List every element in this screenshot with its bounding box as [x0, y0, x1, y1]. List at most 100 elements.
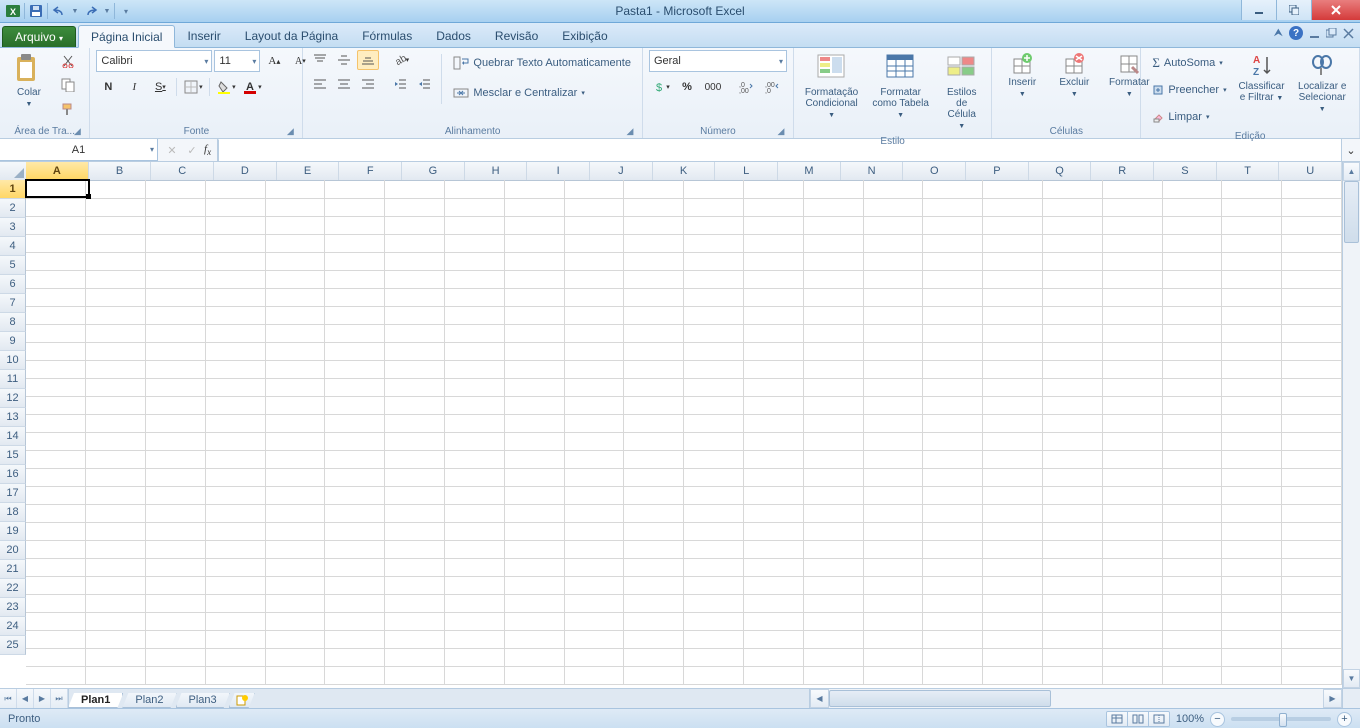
cell[interactable] [385, 468, 445, 486]
cell[interactable] [564, 522, 624, 540]
cell[interactable] [1043, 666, 1103, 684]
cell[interactable] [1222, 576, 1282, 594]
cell[interactable] [564, 234, 624, 252]
cell[interactable] [744, 432, 804, 450]
row-header[interactable]: 25 [0, 636, 26, 655]
row-header[interactable]: 14 [0, 427, 26, 446]
cell[interactable] [564, 540, 624, 558]
number-format-combo[interactable]: Geral [649, 50, 787, 72]
cell[interactable] [86, 630, 146, 648]
cell[interactable] [1282, 198, 1342, 216]
sort-filter-button[interactable]: AZClassificare Filtrar ▼ [1236, 50, 1288, 107]
cell[interactable] [1043, 576, 1103, 594]
cell[interactable] [624, 378, 684, 396]
cell[interactable] [26, 270, 86, 288]
cell[interactable] [803, 450, 863, 468]
cell[interactable] [923, 270, 983, 288]
cell[interactable] [1043, 540, 1103, 558]
cell[interactable] [803, 306, 863, 324]
cell[interactable] [146, 468, 206, 486]
cell[interactable] [983, 252, 1043, 270]
cell[interactable] [26, 630, 86, 648]
cell[interactable] [504, 648, 564, 666]
cell[interactable] [265, 612, 325, 630]
cell[interactable] [1222, 450, 1282, 468]
cell[interactable] [325, 414, 385, 432]
cell[interactable] [146, 594, 206, 612]
alignment-launcher-icon[interactable]: ◢ [624, 125, 636, 137]
cell[interactable] [983, 216, 1043, 234]
cell[interactable] [744, 504, 804, 522]
cell[interactable] [1043, 630, 1103, 648]
cell[interactable] [744, 378, 804, 396]
underline-button[interactable]: S ▾ [148, 76, 172, 98]
cell[interactable] [1282, 504, 1342, 522]
increase-decimal-icon[interactable]: ,0,00 [733, 76, 757, 98]
cell[interactable] [1282, 360, 1342, 378]
borders-icon[interactable]: ▾ [181, 76, 205, 98]
row-header[interactable]: 2 [0, 199, 26, 218]
cell[interactable] [385, 540, 445, 558]
cell[interactable] [26, 180, 86, 198]
cell[interactable] [1043, 468, 1103, 486]
cell[interactable] [803, 180, 863, 198]
cancel-formula-icon[interactable]: ✕ [164, 144, 180, 157]
cell[interactable] [983, 486, 1043, 504]
cell[interactable] [1102, 306, 1162, 324]
cell[interactable] [1162, 252, 1222, 270]
cell[interactable] [624, 360, 684, 378]
cell[interactable] [684, 252, 744, 270]
cell[interactable] [803, 414, 863, 432]
cell[interactable] [1222, 504, 1282, 522]
row-header[interactable]: 21 [0, 560, 26, 579]
format-as-table-button[interactable]: Formatarcomo Tabela ▼ [867, 50, 934, 124]
cell[interactable] [1222, 522, 1282, 540]
cell[interactable] [445, 522, 505, 540]
cell[interactable] [1162, 522, 1222, 540]
font-name-combo[interactable]: Calibri [96, 50, 212, 72]
cell[interactable] [1162, 594, 1222, 612]
increase-indent-icon[interactable] [413, 74, 435, 94]
row-header[interactable]: 9 [0, 332, 26, 351]
row-header[interactable]: 17 [0, 484, 26, 503]
cell[interactable] [624, 396, 684, 414]
cell[interactable] [624, 180, 684, 198]
cell[interactable] [86, 504, 146, 522]
view-normal-icon[interactable] [1107, 712, 1128, 726]
row-header[interactable]: 23 [0, 598, 26, 617]
cell[interactable] [564, 288, 624, 306]
cell[interactable] [325, 234, 385, 252]
cell[interactable] [863, 630, 923, 648]
cell[interactable] [1043, 216, 1103, 234]
cell[interactable] [744, 288, 804, 306]
cell[interactable] [983, 342, 1043, 360]
cell[interactable] [26, 198, 86, 216]
cell[interactable] [385, 288, 445, 306]
horizontal-scrollbar-thumb[interactable] [829, 690, 1051, 707]
cell[interactable] [146, 612, 206, 630]
cell[interactable] [385, 360, 445, 378]
cell[interactable] [1043, 360, 1103, 378]
cell[interactable] [1162, 234, 1222, 252]
cell[interactable] [983, 504, 1043, 522]
cell[interactable] [385, 414, 445, 432]
cell[interactable] [445, 378, 505, 396]
cell[interactable] [445, 450, 505, 468]
cell[interactable] [385, 306, 445, 324]
cell[interactable] [863, 342, 923, 360]
cell[interactable] [684, 270, 744, 288]
cell[interactable] [744, 666, 804, 684]
cell[interactable] [1162, 540, 1222, 558]
cell[interactable] [205, 648, 265, 666]
cell[interactable] [983, 522, 1043, 540]
cell[interactable] [205, 468, 265, 486]
cell[interactable] [325, 396, 385, 414]
cell[interactable] [26, 576, 86, 594]
cell[interactable] [1102, 234, 1162, 252]
bold-button[interactable]: N [96, 76, 120, 98]
cell[interactable] [445, 324, 505, 342]
cell[interactable] [504, 540, 564, 558]
row-header[interactable]: 7 [0, 294, 26, 313]
cell[interactable] [325, 252, 385, 270]
cell[interactable] [146, 648, 206, 666]
